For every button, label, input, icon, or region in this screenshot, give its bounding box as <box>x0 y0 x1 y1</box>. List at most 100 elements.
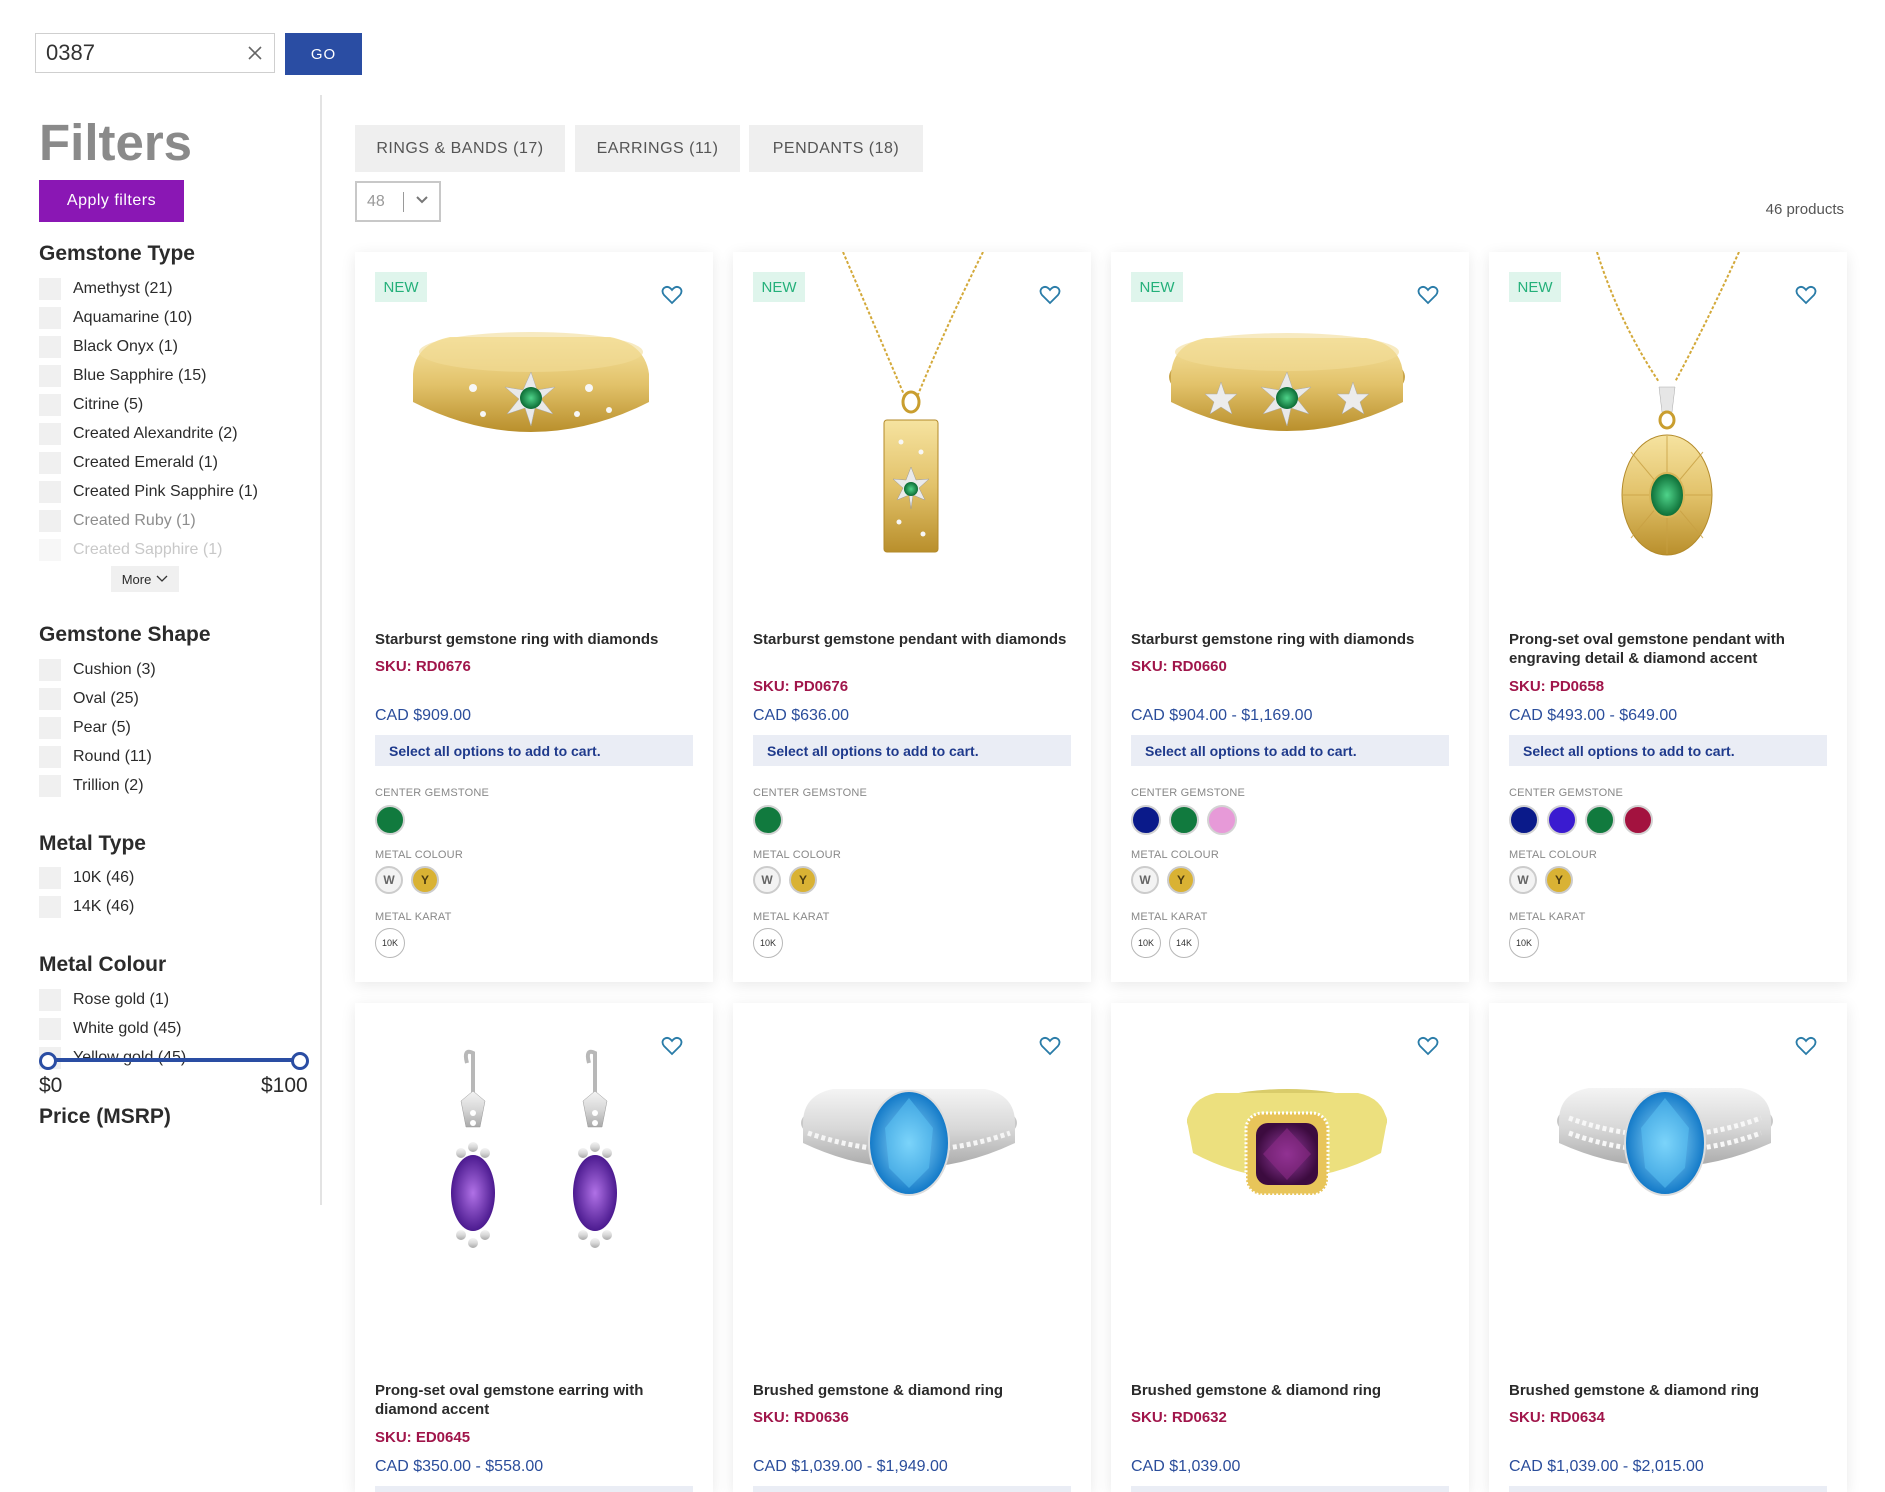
product-name[interactable]: Prong-set oval gemstone earring with dia… <box>375 1381 695 1419</box>
heart-icon[interactable] <box>1795 1035 1817 1057</box>
tab-pendants[interactable]: PENDANTS (18) <box>749 125 923 172</box>
page-size-select[interactable]: 48 <box>355 181 441 222</box>
filter-option[interactable]: Created Ruby (1) <box>39 506 258 535</box>
heart-icon[interactable] <box>1795 284 1817 306</box>
checkbox[interactable] <box>39 422 61 445</box>
gem-swatch[interactable] <box>1169 805 1199 835</box>
filter-option[interactable]: Created Alexandrite (2) <box>39 419 258 448</box>
filter-option[interactable]: Created Pink Sapphire (1) <box>39 477 258 506</box>
product-name[interactable]: Prong-set oval gemstone pendant with eng… <box>1509 630 1829 668</box>
gem-swatch[interactable] <box>1509 805 1539 835</box>
go-button[interactable]: GO <box>285 33 362 75</box>
karat-swatch[interactable]: 14K <box>1169 928 1199 958</box>
filter-option[interactable]: Aquamarine (10) <box>39 303 258 332</box>
checkbox[interactable] <box>39 716 61 739</box>
metal-swatch[interactable]: Y <box>1545 866 1573 894</box>
filter-option[interactable]: 14K (46) <box>39 892 134 921</box>
tab-rings-bands[interactable]: RINGS & BANDS (17) <box>355 125 565 172</box>
metal-swatch[interactable]: Y <box>789 866 817 894</box>
product-name[interactable]: Starburst gemstone pendant with diamonds <box>753 630 1073 649</box>
filter-option[interactable]: Rose gold (1) <box>39 985 186 1014</box>
filter-option[interactable]: Amethyst (21) <box>39 274 258 303</box>
price-min-handle[interactable] <box>39 1052 57 1070</box>
heart-icon[interactable] <box>1039 1035 1061 1057</box>
gem-swatch[interactable] <box>1547 805 1577 835</box>
checkbox[interactable] <box>39 480 61 503</box>
filter-option[interactable]: Blue Sapphire (15) <box>39 361 258 390</box>
filter-option[interactable]: Trillion (2) <box>39 771 156 800</box>
product-image[interactable] <box>1489 1003 1847 1343</box>
karat-swatch[interactable]: 10K <box>1131 928 1161 958</box>
product-card[interactable]: Prong-set oval gemstone earring with dia… <box>355 1003 713 1492</box>
metal-swatch[interactable]: Y <box>411 866 439 894</box>
heart-icon[interactable] <box>1417 1035 1439 1057</box>
heart-icon[interactable] <box>661 1035 683 1057</box>
checkbox[interactable] <box>39 745 61 768</box>
apply-filters-button[interactable]: Apply filters <box>39 180 184 222</box>
filter-option[interactable]: 10K (46) <box>39 863 134 892</box>
gem-swatch[interactable] <box>1585 805 1615 835</box>
checkbox[interactable] <box>39 774 61 797</box>
gem-swatch[interactable] <box>1207 805 1237 835</box>
checkbox[interactable] <box>39 393 61 416</box>
filter-option[interactable]: Pear (5) <box>39 713 156 742</box>
checkbox[interactable] <box>39 277 61 300</box>
close-icon[interactable] <box>244 42 266 64</box>
filter-option[interactable]: Created Sapphire (1) <box>39 535 258 564</box>
checkbox[interactable] <box>39 306 61 329</box>
checkbox[interactable] <box>39 1017 61 1040</box>
product-name[interactable]: Brushed gemstone & diamond ring <box>1509 1381 1829 1400</box>
filter-option[interactable]: Oval (25) <box>39 684 156 713</box>
price-max-handle[interactable] <box>291 1052 309 1070</box>
filter-option[interactable]: White gold (45) <box>39 1014 186 1043</box>
product-card[interactable]: NEW Starburst gemstone ring with diamond… <box>355 252 713 982</box>
product-card[interactable]: NEW Starburst gemstone ring with diamond… <box>1111 252 1469 982</box>
product-image[interactable] <box>1111 1003 1469 1343</box>
product-name[interactable]: Starburst gemstone ring with diamonds <box>1131 630 1451 649</box>
product-image[interactable] <box>733 1003 1091 1343</box>
checkbox[interactable] <box>39 451 61 474</box>
product-image[interactable] <box>355 252 713 592</box>
checkbox[interactable] <box>39 364 61 387</box>
checkbox[interactable] <box>39 538 61 561</box>
price-slider[interactable] <box>39 1050 309 1070</box>
heart-icon[interactable] <box>1039 284 1061 306</box>
heart-icon[interactable] <box>1417 284 1439 306</box>
checkbox[interactable] <box>39 509 61 532</box>
filter-option[interactable]: Round (11) <box>39 742 156 771</box>
product-image[interactable] <box>355 1003 713 1343</box>
filter-option[interactable]: Cushion (3) <box>39 655 156 684</box>
more-button[interactable]: More <box>111 566 179 592</box>
product-card[interactable]: NEW Starburst gemstone pendant with diam… <box>733 252 1091 982</box>
filter-option[interactable]: Created Emerald (1) <box>39 448 258 477</box>
filter-option[interactable]: Citrine (5) <box>39 390 258 419</box>
product-card[interactable]: Brushed gemstone & diamond ring SKU: RD0… <box>733 1003 1091 1492</box>
metal-swatch[interactable]: W <box>753 866 781 894</box>
checkbox[interactable] <box>39 658 61 681</box>
karat-swatch[interactable]: 10K <box>375 928 405 958</box>
metal-swatch[interactable]: W <box>1509 866 1537 894</box>
product-name[interactable]: Brushed gemstone & diamond ring <box>753 1381 1073 1400</box>
product-image[interactable] <box>1489 252 1847 592</box>
product-name[interactable]: Brushed gemstone & diamond ring <box>1131 1381 1451 1400</box>
metal-swatch[interactable]: Y <box>1167 866 1195 894</box>
checkbox[interactable] <box>39 687 61 710</box>
checkbox[interactable] <box>39 988 61 1011</box>
search-input[interactable] <box>46 40 236 66</box>
metal-swatch[interactable]: W <box>1131 866 1159 894</box>
heart-icon[interactable] <box>661 284 683 306</box>
filter-option[interactable]: Black Onyx (1) <box>39 332 258 361</box>
karat-swatch[interactable]: 10K <box>1509 928 1539 958</box>
gem-swatch[interactable] <box>1623 805 1653 835</box>
product-card[interactable]: Brushed gemstone & diamond ring SKU: RD0… <box>1489 1003 1847 1492</box>
checkbox[interactable] <box>39 335 61 358</box>
product-card[interactable]: NEW Prong-set oval gemstone pendant with… <box>1489 252 1847 982</box>
checkbox[interactable] <box>39 866 61 889</box>
product-image[interactable] <box>1111 252 1469 592</box>
gem-swatch[interactable] <box>1131 805 1161 835</box>
tab-earrings[interactable]: EARRINGS (11) <box>575 125 740 172</box>
checkbox[interactable] <box>39 895 61 918</box>
product-image[interactable] <box>733 252 1091 592</box>
metal-swatch[interactable]: W <box>375 866 403 894</box>
product-name[interactable]: Starburst gemstone ring with diamonds <box>375 630 695 649</box>
